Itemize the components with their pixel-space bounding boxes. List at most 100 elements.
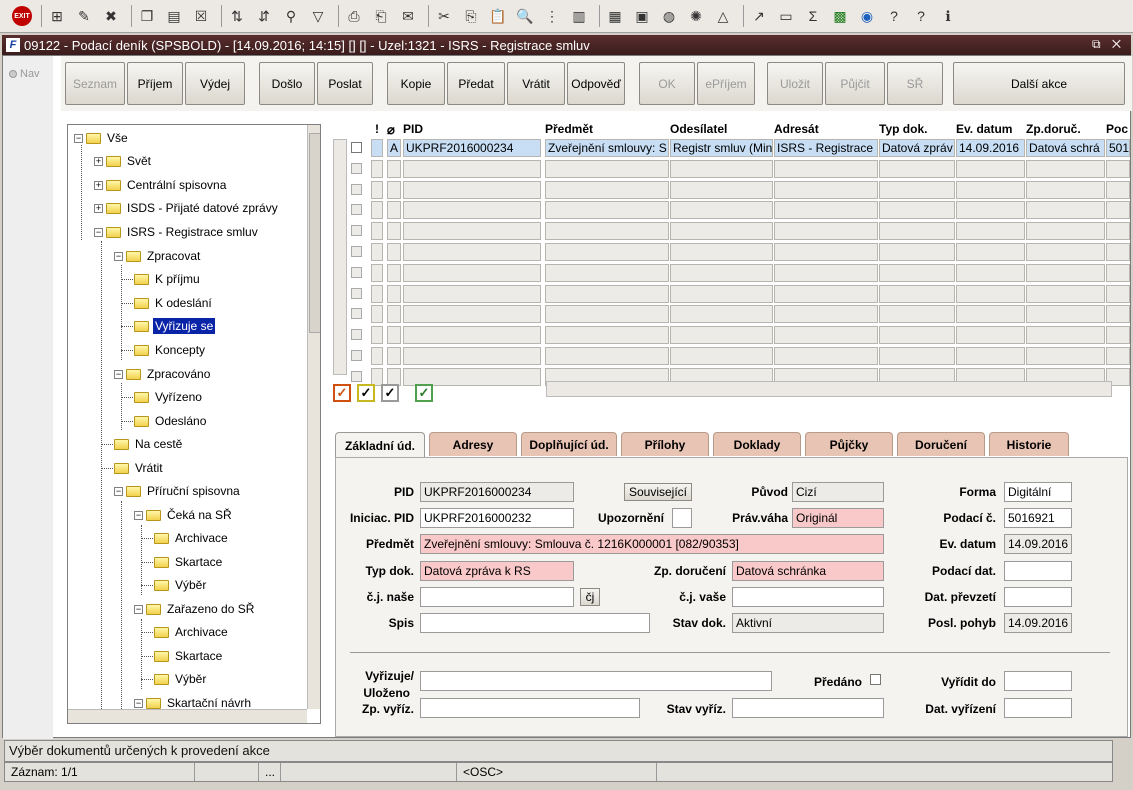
empty-table-cell[interactable]	[670, 243, 773, 261]
tree-node-zpracovano[interactable]: − Zpracováno	[114, 364, 212, 384]
podaci-datum-field[interactable]	[1004, 561, 1072, 581]
graph-icon[interactable]: ↗	[748, 5, 770, 27]
col-header-adresat[interactable]: Adresát	[774, 122, 819, 140]
stav-dok-field[interactable]: Aktivní	[732, 613, 884, 633]
filter-icon[interactable]: ▽	[307, 5, 329, 27]
empty-table-cell[interactable]	[1026, 180, 1105, 199]
tree-node-centralni[interactable]: + Centrální spisovna	[94, 175, 228, 195]
empty-table-cell[interactable]	[774, 243, 878, 261]
empty-table-cell[interactable]	[545, 222, 669, 241]
expand-icon[interactable]: +	[94, 180, 103, 190]
empty-table-cell[interactable]	[879, 201, 955, 220]
tab-zakladni[interactable]: Základní úd.	[335, 432, 425, 458]
empty-table-cell[interactable]	[545, 243, 669, 261]
zp-doruceni-field[interactable]: Datová schránka	[732, 561, 884, 581]
tree-node-zpracovat[interactable]: − Zpracovat	[114, 246, 202, 266]
tab-adresy[interactable]: Adresy	[429, 432, 517, 456]
search-icon[interactable]: ⚲	[280, 5, 302, 27]
typ-dok-field[interactable]: Datová zpráva k RS	[420, 561, 574, 581]
pujcit-button[interactable]: Půjčit	[825, 62, 885, 105]
tree-vertical-scrollbar[interactable]	[307, 125, 320, 709]
nav-button[interactable]: Nav	[9, 68, 40, 80]
grid-icon[interactable]: ▥	[568, 5, 590, 27]
cj-vase-field[interactable]	[732, 587, 884, 607]
poslat-button[interactable]: Poslat	[317, 62, 373, 105]
empty-table-cell[interactable]	[387, 263, 401, 282]
souvisejici-button[interactable]: Související	[624, 483, 692, 501]
tab-prilohy[interactable]: Přílohy	[621, 432, 709, 456]
doslo-button[interactable]: Došlo	[259, 62, 315, 105]
grid-vertical-scrollbar[interactable]	[333, 139, 347, 375]
dat-vyrizeni-field[interactable]	[1004, 698, 1072, 718]
new-record-icon[interactable]: ⊞	[46, 5, 68, 27]
help-icon[interactable]: ?	[883, 5, 905, 27]
grid-horizontal-scrollbar[interactable]	[546, 381, 1112, 397]
expand-icon[interactable]: +	[94, 156, 103, 166]
empty-table-cell[interactable]	[1026, 326, 1105, 345]
tab-historie[interactable]: Historie	[989, 432, 1069, 456]
empty-table-cell[interactable]	[956, 347, 1025, 365]
row-select-checkbox[interactable]	[351, 246, 362, 257]
exit-icon[interactable]: EXIT	[12, 6, 32, 26]
empty-table-cell[interactable]	[956, 263, 1025, 282]
empty-table-cell[interactable]	[1026, 305, 1105, 324]
empty-table-cell[interactable]	[387, 201, 401, 220]
empty-table-cell[interactable]	[956, 326, 1025, 345]
collapse-icon[interactable]: −	[134, 510, 143, 520]
cut-icon[interactable]: ✂	[433, 5, 455, 27]
predat-button[interactable]: Předat	[447, 62, 505, 105]
empty-table-cell[interactable]	[403, 180, 541, 199]
row-select-checkbox[interactable]	[351, 370, 362, 382]
collapse-icon[interactable]: −	[114, 251, 123, 261]
empty-table-cell[interactable]	[670, 347, 773, 365]
empty-table-cell[interactable]	[403, 326, 541, 345]
vydej-button[interactable]: Výdej	[185, 62, 245, 105]
sort-asc-icon[interactable]: ⇅	[226, 5, 248, 27]
spis-field[interactable]	[420, 613, 650, 633]
odpoved-button[interactable]: Odpověď	[567, 62, 625, 105]
paperclip-icon[interactable]: ⌀	[387, 122, 395, 140]
tree-node-vyber-2[interactable]: Výběr	[141, 669, 208, 689]
empty-table-cell[interactable]	[545, 347, 669, 365]
filter-checkbox-1[interactable]: ✓	[333, 384, 351, 402]
window-controls[interactable]: ⧉ ✕	[1092, 37, 1125, 52]
row-select-checkbox[interactable]	[351, 350, 362, 361]
collapse-icon[interactable]: −	[114, 369, 123, 379]
posl-pohyb-field[interactable]: 14.09.2016	[1004, 613, 1072, 633]
table-cell[interactable]: 14.09.2016	[956, 139, 1025, 157]
excel-icon[interactable]: ▩	[829, 5, 851, 27]
tree-node-vratit[interactable]: Vrátit	[101, 458, 165, 478]
empty-table-cell[interactable]	[670, 222, 773, 241]
empty-table-cell[interactable]	[371, 222, 383, 241]
empty-table-cell[interactable]	[387, 243, 401, 261]
empty-table-cell[interactable]	[774, 305, 878, 324]
empty-table-cell[interactable]	[403, 222, 541, 241]
eprijem-button[interactable]: ePříjem	[697, 62, 755, 105]
empty-table-cell[interactable]	[1106, 201, 1130, 220]
dat-prevzeti-field[interactable]	[1004, 587, 1072, 607]
tree-node-skartace-2[interactable]: Skartace	[141, 646, 224, 666]
cj-nase-field[interactable]	[420, 587, 574, 607]
expand-icon[interactable]: +	[94, 203, 103, 213]
empty-table-cell[interactable]	[1106, 305, 1130, 324]
col-header-zp[interactable]: Zp.doruč.	[1026, 122, 1081, 140]
docs-icon[interactable]: ▤	[163, 5, 185, 27]
row-select-checkbox[interactable]	[351, 142, 362, 153]
empty-table-cell[interactable]	[670, 159, 773, 178]
empty-table-cell[interactable]	[774, 180, 878, 199]
empty-table-cell[interactable]	[1106, 159, 1130, 178]
kopie-button[interactable]: Kopie	[387, 62, 445, 105]
empty-table-cell[interactable]	[545, 201, 669, 220]
empty-table-cell[interactable]	[774, 347, 878, 365]
row-select-checkbox[interactable]	[351, 287, 362, 299]
zp-vyriz-field[interactable]	[420, 698, 640, 718]
calculator-icon[interactable]: ▭	[775, 5, 797, 27]
chart-icon[interactable]: △	[712, 5, 734, 27]
empty-table-cell[interactable]	[879, 263, 955, 282]
empty-table-cell[interactable]	[879, 305, 955, 324]
table-cell[interactable]: Datová schrá	[1026, 139, 1105, 157]
tree-node-vyber-1[interactable]: Výběr	[141, 575, 208, 595]
tree-node-archivace-1[interactable]: Archivace	[141, 528, 230, 548]
sum-icon[interactable]: Σ	[802, 5, 824, 27]
empty-table-cell[interactable]	[670, 305, 773, 324]
